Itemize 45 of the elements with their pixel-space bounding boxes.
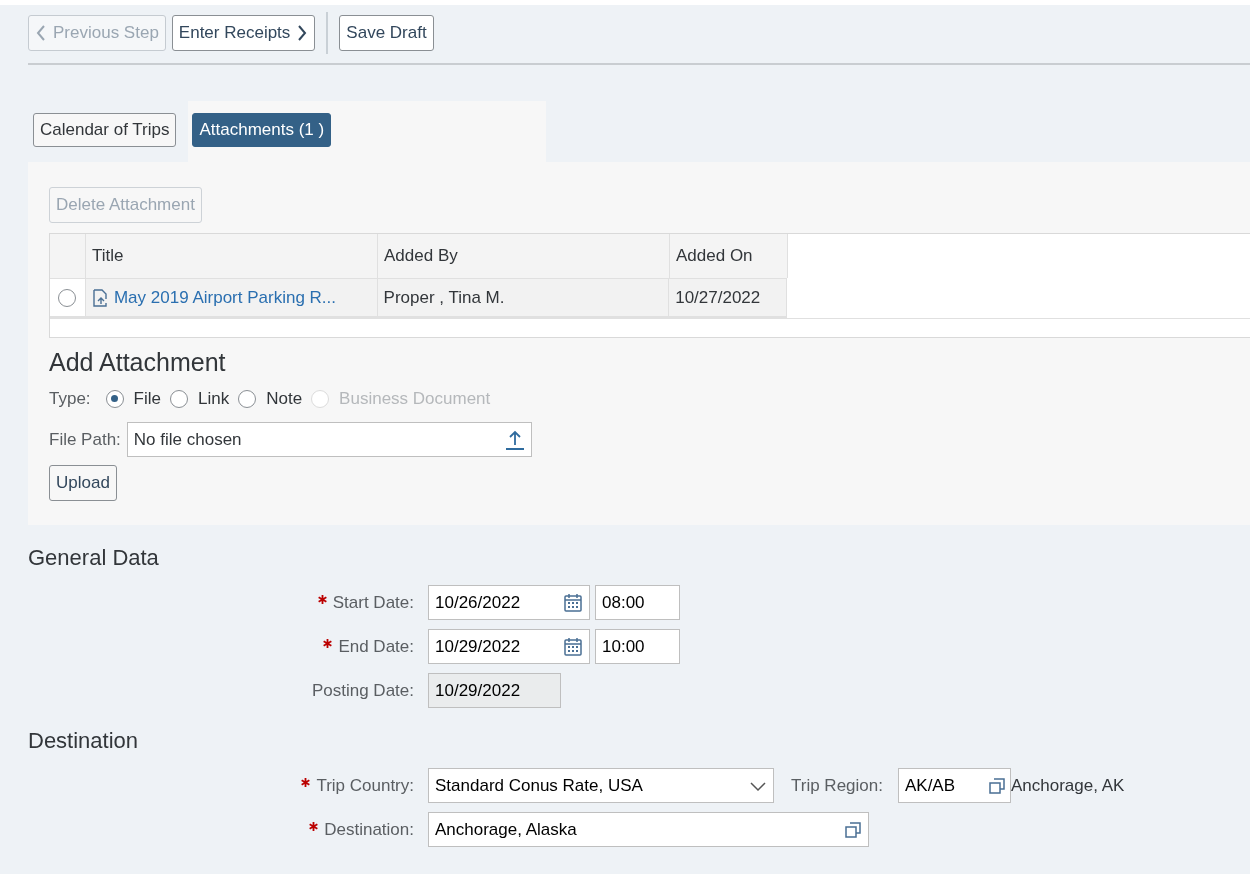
trip-country-dropdown[interactable]: Standard Conus Rate, USA	[428, 768, 774, 803]
region-description: Anchorage, AK	[1010, 775, 1125, 796]
caret-icon[interactable]	[749, 779, 767, 792]
field-label: File Path:	[49, 429, 121, 450]
chevron-right-icon	[296, 24, 309, 42]
radio-option[interactable]: Note	[238, 389, 303, 409]
field-label: Posting Date:	[311, 680, 414, 700]
tab[interactable]: Calendar of Trips	[33, 113, 177, 147]
chevron-left-icon	[35, 24, 47, 42]
time-field[interactable]: 08:00	[595, 585, 680, 620]
radio-option[interactable]: File	[105, 389, 161, 409]
column-header: Added By	[378, 234, 670, 278]
trip-region-field[interactable]: AK/AB	[897, 768, 1011, 803]
value-help-icon[interactable]	[844, 820, 862, 839]
calendar-icon[interactable]	[563, 636, 583, 657]
date-field[interactable]: 10/26/2022	[428, 585, 590, 620]
document-icon	[91, 288, 108, 307]
section-heading: Add Attachment	[49, 348, 227, 377]
row-radio[interactable]	[58, 288, 77, 307]
table-cell: Proper , Tina M.	[377, 279, 670, 316]
field-label: Destination:	[324, 819, 414, 839]
value-help-icon[interactable]	[987, 776, 1006, 795]
time-field[interactable]: 10:00	[595, 629, 680, 664]
field-label: End Date:	[338, 636, 414, 656]
section-heading: General Data	[28, 545, 160, 571]
toolbar-button[interactable]: Save Draft	[339, 15, 434, 51]
section-heading: Destination	[28, 728, 140, 754]
calendar-icon[interactable]	[563, 592, 583, 613]
date-field[interactable]: 10/29/2022	[428, 629, 590, 664]
field-label: Type:	[49, 389, 91, 409]
readonly-field: 10/29/2022	[428, 673, 561, 708]
radio-option[interactable]: Link	[170, 389, 230, 409]
column-header: Title	[86, 234, 378, 278]
toolbar-button[interactable]: Enter Receipts	[171, 15, 316, 51]
tab[interactable]: Attachments (1 )	[192, 113, 332, 147]
table-cell: 10/27/2022	[669, 279, 787, 316]
field-label: Start Date:	[332, 592, 414, 612]
column-header: Added On	[670, 234, 788, 278]
file-path-field[interactable]: No file chosen	[126, 422, 532, 457]
attachment-link[interactable]: May 2019 Airport Parking R...	[113, 287, 336, 308]
upload-icon[interactable]	[504, 428, 525, 451]
field-label: Trip Country:	[316, 775, 414, 795]
field-label: Trip Region:	[791, 775, 883, 796]
destination-field[interactable]: Anchorage, Alaska	[428, 812, 869, 847]
upload-button[interactable]: Upload	[49, 465, 117, 501]
